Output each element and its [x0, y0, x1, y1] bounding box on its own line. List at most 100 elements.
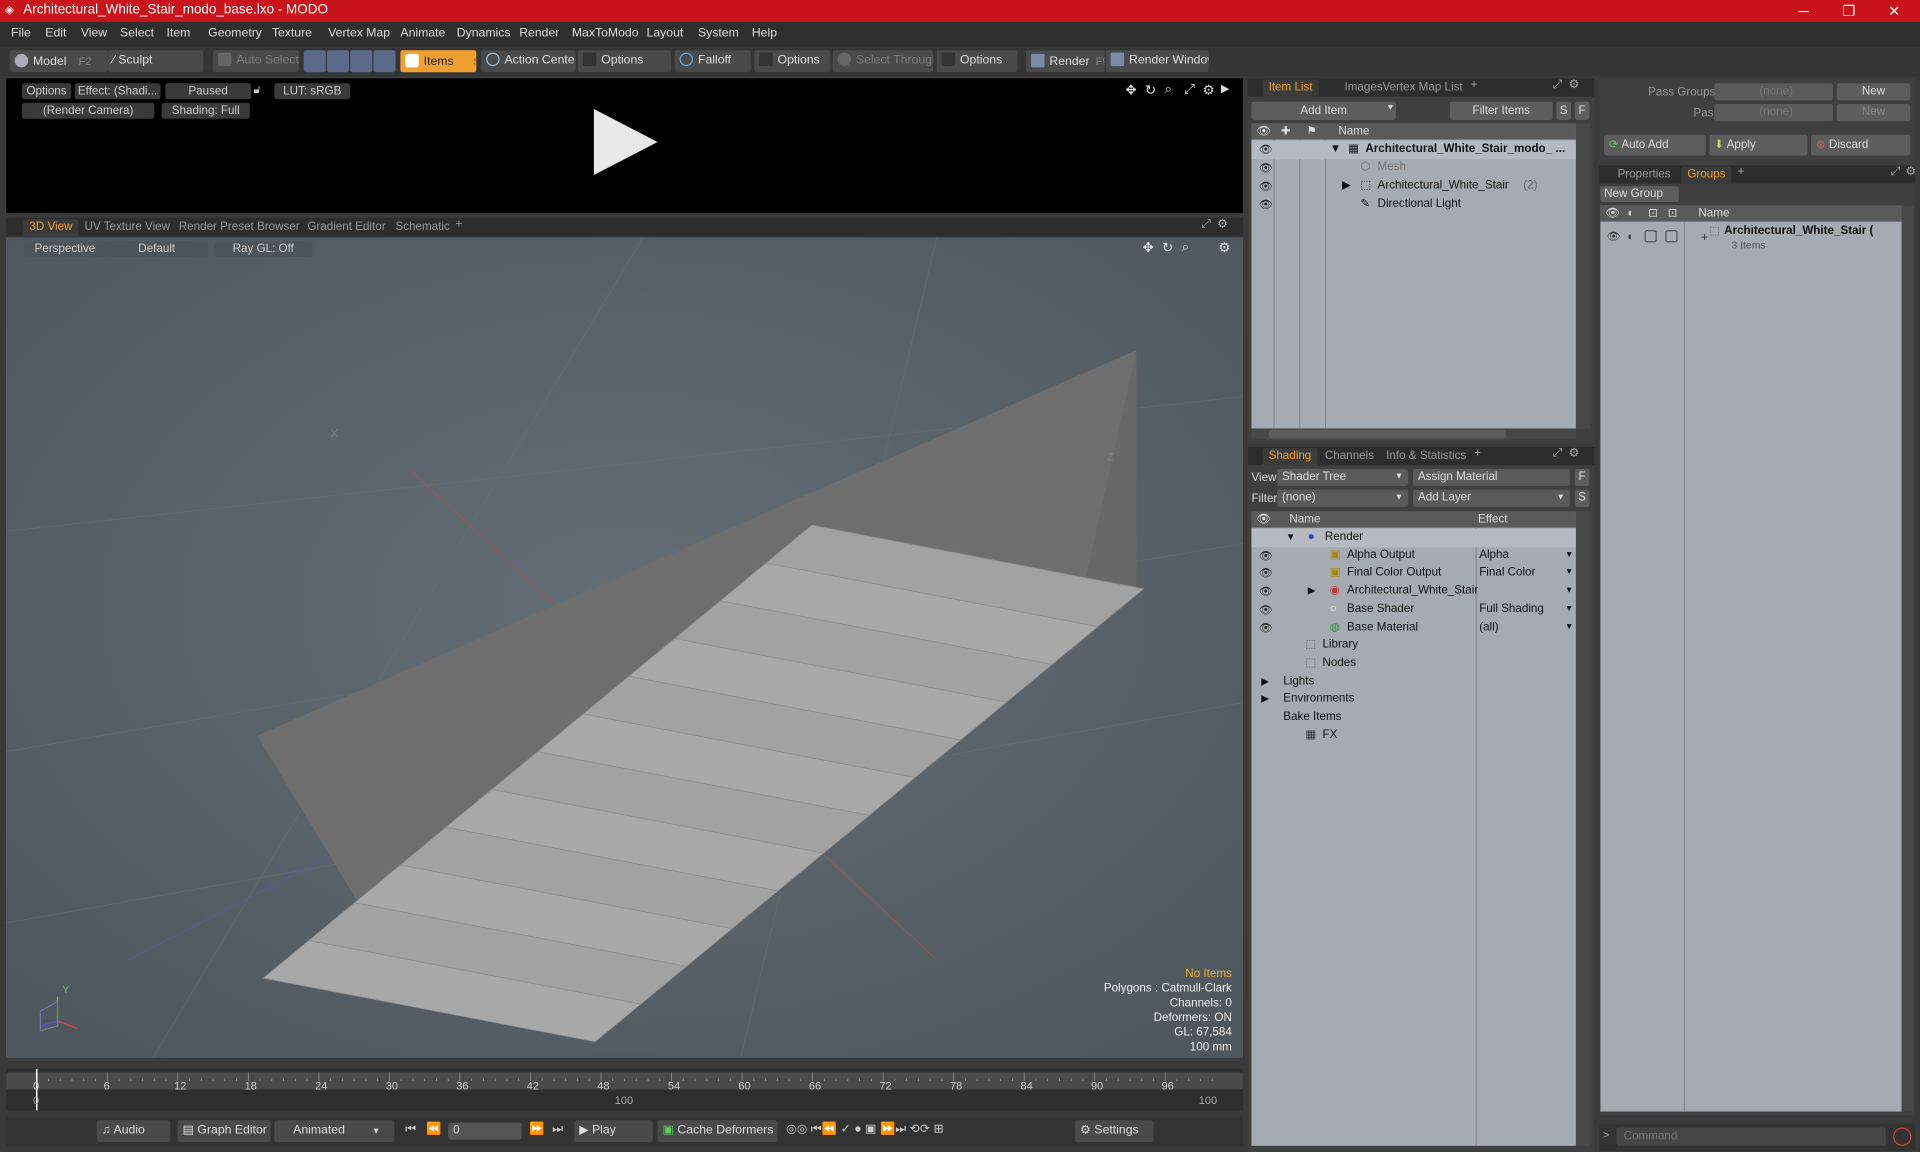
expand-arrow-icon[interactable]: ▶: [1342, 178, 1351, 196]
expand-icon[interactable]: ⤢: [1891, 165, 1901, 178]
tree-row-scene[interactable]: 👁︎ ▼ ▦ Architectural_White_Stair_modo_ ...: [1251, 140, 1576, 159]
shading-dropdown[interactable]: Shading: Full: [161, 102, 250, 119]
add-tab-icon[interactable]: +: [1474, 447, 1481, 460]
tab-render-preset-browser[interactable]: Render Preset Browser: [173, 219, 306, 236]
settings-button[interactable]: ⚙ Settings: [1075, 1120, 1154, 1143]
play-render-icon[interactable]: [593, 108, 658, 176]
tab-vertex-map-list[interactable]: Vertex Map List: [1376, 80, 1468, 97]
menu-texture[interactable]: Texture: [272, 27, 312, 40]
chevron-down-icon[interactable]: ▼: [1565, 601, 1573, 619]
expand-icon[interactable]: ⤢: [1201, 218, 1211, 231]
preview-options-button[interactable]: Options: [22, 83, 72, 100]
filter-items-input[interactable]: Filter Items: [1449, 101, 1553, 120]
key-icon[interactable]: ◎◎ ⏮⏪ ✓ ● ▣ ⏩⏭ ⟲⟳ ⊞: [786, 1123, 944, 1136]
raygl-dropdown[interactable]: Ray GL: Off: [214, 241, 313, 258]
model-mode-button[interactable]: Model F2: [9, 50, 108, 73]
filter-f-button[interactable]: F: [1574, 101, 1590, 120]
timeline[interactable]: 0 6 12 18 24 30 36 42 48 54 60 66 72 78 84 90 96 0 100 1…: [6, 1068, 1243, 1111]
expand-icon[interactable]: ⤢: [1553, 447, 1563, 460]
tab-channels[interactable]: Channels: [1319, 448, 1380, 465]
add-item-button[interactable]: Add Item: [1251, 101, 1396, 120]
minimize-button[interactable]: ─: [1782, 0, 1826, 22]
menu-render[interactable]: Render: [519, 27, 559, 40]
menu-geometry[interactable]: Geometry: [208, 27, 262, 40]
assign-material-button[interactable]: Assign Material: [1413, 468, 1570, 487]
next-frame-icon[interactable]: ⏩: [529, 1123, 544, 1136]
chevron-down-icon[interactable]: ▼: [1565, 547, 1573, 565]
expand-arrow-icon[interactable]: ▼: [1286, 529, 1296, 547]
auto-select-button[interactable]: Auto Select: [213, 50, 299, 73]
shader-row[interactable]: 👁︎ ▣ Final Color Output Final Color ▼: [1251, 565, 1575, 583]
expand-plus-icon[interactable]: +: [1701, 231, 1708, 244]
eye-icon[interactable]: 👁︎: [1259, 547, 1273, 565]
tab-schematic[interactable]: Schematic: [389, 219, 456, 236]
filter-s-button[interactable]: S: [1556, 101, 1572, 120]
preview-effect-dropdown[interactable]: Effect: (Shadi...: [74, 83, 161, 100]
maximize-icon[interactable]: ⤢: [1184, 82, 1195, 98]
arrow-right-icon[interactable]: ▶: [1221, 82, 1229, 95]
prev-frame-icon[interactable]: ⏪: [426, 1123, 441, 1136]
discard-button[interactable]: ⊗ Discard: [1811, 134, 1911, 156]
expand-arrow-icon[interactable]: ▼: [1330, 141, 1342, 159]
move-icon[interactable]: ✥: [1125, 82, 1136, 98]
expand-icon[interactable]: ⤢: [1553, 78, 1563, 91]
add-tab-icon[interactable]: +: [1471, 78, 1478, 91]
go-start-icon[interactable]: ⏮: [405, 1123, 416, 1136]
shader-row[interactable]: ▶ Environments: [1251, 691, 1575, 709]
animated-dropdown[interactable]: Animated ▼: [274, 1120, 395, 1143]
rotate-icon[interactable]: ↻: [1162, 240, 1173, 256]
tab-shading[interactable]: Shading: [1262, 448, 1318, 466]
default-style-dropdown[interactable]: Default: [105, 241, 209, 258]
gear-icon[interactable]: ⚙: [1202, 82, 1214, 98]
shader-row[interactable]: 👁︎ ▶ ◉ Architectural_White_Stair (... ▼: [1251, 583, 1575, 601]
shader-row[interactable]: ⬚ Library: [1251, 637, 1575, 655]
close-button[interactable]: ✕: [1872, 0, 1916, 22]
sculpt-mode-button[interactable]: ∕ Sculpt: [107, 50, 204, 73]
eye-icon[interactable]: 👁︎: [1259, 141, 1273, 159]
lut-dropdown[interactable]: LUT: sRGB: [274, 83, 351, 100]
shader-row[interactable]: Bake Items: [1251, 709, 1575, 727]
new-pass-group-button[interactable]: New: [1836, 83, 1911, 101]
items-mode-button[interactable]: Items S: [400, 50, 477, 73]
passes-dropdown[interactable]: (none): [1714, 104, 1834, 122]
chevron-down-icon[interactable]: ▼: [1565, 583, 1573, 601]
tree-row-stair-group[interactable]: 👁︎ ▶ ⬚ Architectural_White_Stair (2): [1251, 178, 1575, 196]
tab-uv-texture-view[interactable]: UV Texture View: [78, 219, 176, 236]
eye-icon[interactable]: 👁︎: [1259, 601, 1273, 619]
render-camera-dropdown[interactable]: (Render Camera): [22, 102, 155, 119]
falloff-button[interactable]: Falloff: [674, 50, 751, 73]
filter-dropdown[interactable]: (none) ▼: [1277, 489, 1409, 507]
expand-arrow-icon[interactable]: ▶: [1308, 583, 1316, 601]
eye-icon[interactable]: 👁︎: [1259, 196, 1273, 214]
select-checkbox[interactable]: [1665, 230, 1678, 243]
expand-arrow-icon[interactable]: ▶: [1261, 691, 1269, 709]
move-icon[interactable]: ✥: [1142, 240, 1153, 256]
shader-row[interactable]: 👁︎ ▣ Alpha Output Alpha ▼: [1251, 547, 1575, 565]
select-through-button[interactable]: Select Through: [832, 50, 934, 73]
groups-scrollbar[interactable]: [1901, 205, 1914, 1112]
gear-icon[interactable]: ⚙: [1905, 165, 1916, 178]
vertex-select-icon[interactable]: [303, 50, 326, 73]
menu-item[interactable]: Item: [167, 27, 191, 40]
eye-icon[interactable]: 👁︎: [1259, 583, 1273, 601]
lock-checkbox[interactable]: [1644, 230, 1657, 243]
expand-arrow-icon[interactable]: ▶: [1261, 673, 1269, 691]
tab-properties[interactable]: Properties: [1611, 166, 1676, 183]
tree-row-mesh[interactable]: 👁︎ ⬡ Mesh: [1251, 159, 1575, 177]
gear-icon[interactable]: ⚙: [1217, 218, 1228, 231]
chevron-down-icon[interactable]: ▼: [1565, 619, 1573, 637]
action-center-button[interactable]: Action Center: [481, 50, 576, 73]
shader-tree-scrollbar[interactable]: [1575, 511, 1591, 1146]
eye-icon[interactable]: 👁︎: [1259, 159, 1273, 177]
frame-input[interactable]: 0: [448, 1122, 522, 1140]
shader-row[interactable]: ▦ FX: [1251, 727, 1575, 745]
shader-row[interactable]: 👁︎ ○ Base Shader Full Shading ▼: [1251, 601, 1575, 619]
play-button[interactable]: ▶ Play: [574, 1120, 653, 1143]
add-layer-dropdown[interactable]: Add Layer ▼: [1413, 489, 1570, 507]
add-tab-icon[interactable]: +: [1738, 165, 1745, 178]
perspective-dropdown[interactable]: Perspective: [24, 241, 106, 258]
menu-system[interactable]: System: [698, 27, 739, 40]
falloff-options-button[interactable]: Options: [754, 50, 831, 73]
menu-animate[interactable]: Animate: [400, 27, 445, 40]
menu-edit[interactable]: Edit: [45, 27, 66, 40]
